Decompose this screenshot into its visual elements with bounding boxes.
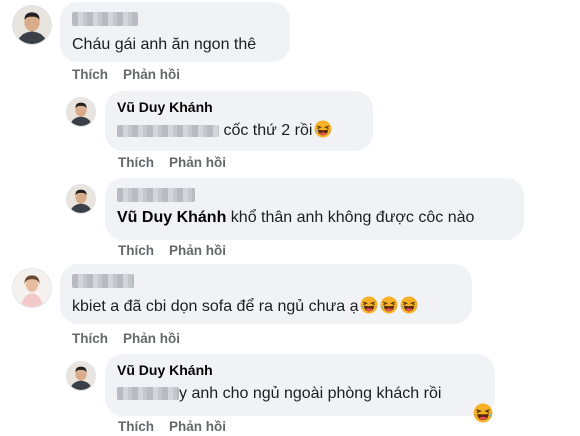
reply-button[interactable]: Phản hồi bbox=[123, 331, 180, 346]
comment-text: kbiet a đã cbi dọn sofa để ra ngủ chưa ạ bbox=[72, 296, 418, 317]
laughing-emoji-icon bbox=[400, 296, 418, 314]
reply-button[interactable]: Phản hồi bbox=[169, 419, 226, 434]
comment-text: cốc thứ 2 rồi bbox=[117, 120, 332, 141]
avatar[interactable] bbox=[66, 361, 96, 391]
laughing-emoji-icon bbox=[380, 296, 398, 314]
comment-text: Vũ Duy Khánh khổ thân anh không được côc… bbox=[117, 209, 475, 226]
comment-author[interactable] bbox=[72, 10, 278, 27]
comment-actions: Thích Phản hồi bbox=[118, 155, 226, 170]
avatar[interactable] bbox=[66, 184, 96, 214]
laughing-emoji-icon bbox=[473, 403, 493, 423]
comment-author[interactable]: Vũ Duy Khánh bbox=[117, 362, 483, 379]
comment-author[interactable] bbox=[72, 272, 460, 289]
comment-text: y anh cho ngủ ngoài phòng khách rồi bbox=[117, 384, 441, 404]
comment-actions: Thích Phản hồi bbox=[118, 243, 226, 258]
avatar[interactable] bbox=[66, 97, 96, 127]
reply-button[interactable]: Phản hồi bbox=[123, 67, 180, 82]
redacted-name-blur bbox=[72, 274, 134, 289]
redacted-name-blur bbox=[117, 188, 195, 203]
like-button[interactable]: Thích bbox=[118, 155, 154, 170]
like-button[interactable]: Thích bbox=[72, 67, 108, 82]
redacted-mention-blur bbox=[117, 124, 219, 137]
reply-button[interactable]: Phản hồi bbox=[169, 155, 226, 170]
mention-link[interactable]: Vũ Duy Khánh bbox=[117, 209, 226, 226]
comment-actions: Thích Phản hồi bbox=[72, 331, 180, 346]
reply-button[interactable]: Phản hồi bbox=[169, 243, 226, 258]
like-button[interactable]: Thích bbox=[118, 419, 154, 434]
comment-text: Cháu gái anh ăn ngon thê bbox=[72, 36, 257, 53]
like-button[interactable]: Thích bbox=[118, 243, 154, 258]
comment-author[interactable]: Vũ Duy Khánh bbox=[117, 99, 361, 116]
redacted-name-blur bbox=[72, 12, 138, 27]
comment-author[interactable] bbox=[117, 186, 512, 203]
laughing-emoji-icon bbox=[360, 296, 378, 314]
comment-actions: Thích Phản hồi bbox=[72, 67, 180, 82]
avatar[interactable] bbox=[12, 5, 52, 45]
comment-actions: Thích Phản hồi bbox=[118, 419, 226, 434]
avatar[interactable] bbox=[12, 268, 52, 308]
like-button[interactable]: Thích bbox=[72, 331, 108, 346]
laughing-emoji-icon bbox=[314, 120, 332, 138]
redacted-mention-blur bbox=[117, 387, 179, 401]
